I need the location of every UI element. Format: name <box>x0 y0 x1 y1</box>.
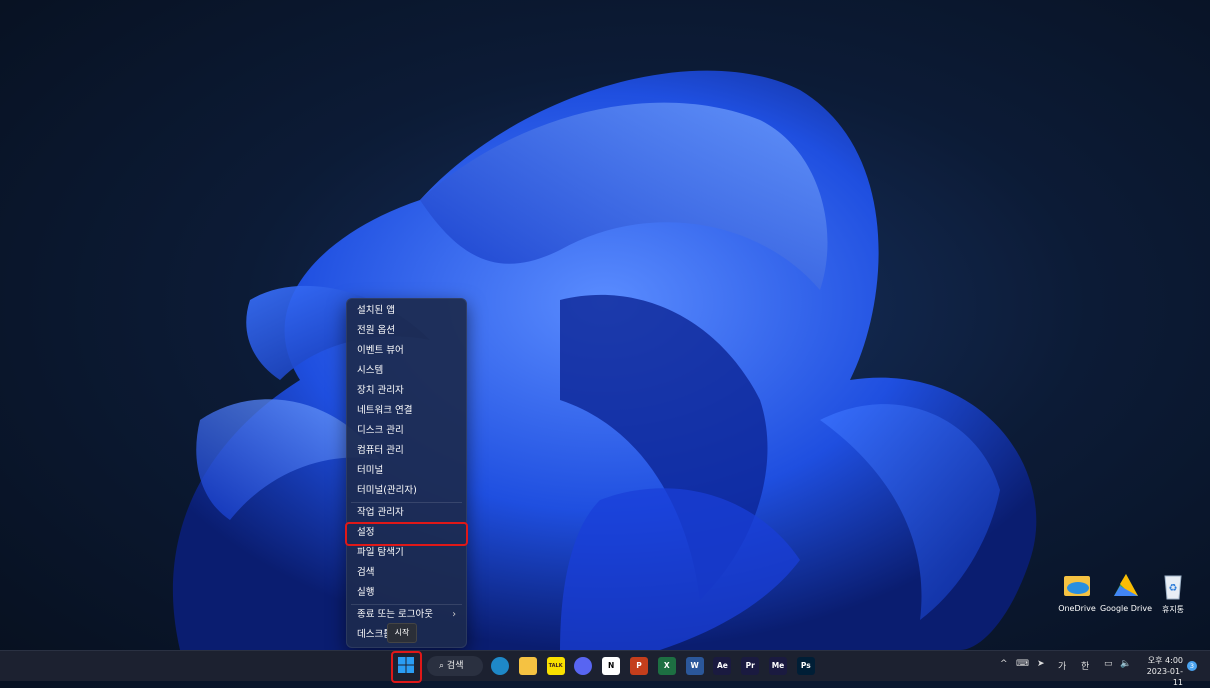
recycle-bin-icon: ♻ <box>1157 572 1189 600</box>
search-label: 검색 <box>446 661 464 671</box>
photoshop-icon[interactable]: Ps <box>796 657 815 675</box>
menu-item-computer-management[interactable]: 컴퓨터 관리 <box>347 441 466 461</box>
taskbar: ⌕ 검색 TALK N P X W Ae Pr Me Ps ^ ⌨ ➤ 가 한 ▭ 🔈 오후 4… <box>0 650 1210 687</box>
clock[interactable]: 오후 4:00 2023-01-11 <box>1138 655 1183 688</box>
wallpaper <box>172 70 1037 650</box>
volume-icon[interactable]: 🔈 <box>1120 659 1131 669</box>
excel-icon[interactable]: X <box>657 657 676 675</box>
show-hidden-icons-chevron[interactable]: ^ <box>1000 659 1008 669</box>
taskbar-search[interactable]: ⌕ 검색 <box>427 656 483 676</box>
media-encoder-icon[interactable]: Me <box>769 657 787 675</box>
ime-mode-1[interactable]: 가 <box>1058 659 1066 672</box>
start-highlight-box <box>391 651 422 683</box>
menu-item-run[interactable]: 실행 <box>347 583 466 603</box>
clock-date: 2023-01-11 <box>1146 667 1183 687</box>
after-effects-icon[interactable]: Ae <box>713 657 732 675</box>
menu-item-label: 종료 또는 로그아웃 <box>357 609 433 620</box>
clock-time: 오후 4:00 <box>1147 656 1183 665</box>
menu-item-search[interactable]: 검색 <box>347 563 466 583</box>
svg-text:♻: ♻ <box>1169 583 1178 594</box>
edge-icon[interactable] <box>491 657 509 675</box>
google-drive-icon <box>1110 572 1142 600</box>
menu-item-network-connections[interactable]: 네트워크 연결 <box>347 401 466 421</box>
winx-context-menu: 설치된 앱 전원 옵션 이벤트 뷰어 시스템 장치 관리자 네트워크 연결 디스… <box>346 298 467 648</box>
location-icon[interactable]: ➤ <box>1037 659 1045 669</box>
menu-item-event-viewer[interactable]: 이벤트 뷰어 <box>347 341 466 361</box>
menu-item-system[interactable]: 시스템 <box>347 361 466 381</box>
premiere-icon[interactable]: Pr <box>741 657 760 675</box>
network-icon[interactable]: ▭ <box>1104 659 1113 669</box>
menu-item-terminal[interactable]: 터미널 <box>347 461 466 481</box>
menu-item-shutdown-signout[interactable]: 종료 또는 로그아웃 › <box>347 605 466 625</box>
notification-badge[interactable]: 3 <box>1187 661 1197 671</box>
chevron-right-icon: › <box>452 609 456 620</box>
onedrive-icon <box>1061 572 1093 600</box>
file-explorer-icon[interactable] <box>518 657 537 675</box>
start-tooltip: 시작 <box>387 623 417 643</box>
menu-item-device-manager[interactable]: 장치 관리자 <box>347 381 466 401</box>
menu-item-disk-management[interactable]: 디스크 관리 <box>347 421 466 441</box>
menu-item-terminal-admin[interactable]: 터미널(관리자) <box>347 481 466 501</box>
discord-icon[interactable] <box>574 657 593 675</box>
word-icon[interactable]: W <box>685 657 704 675</box>
menu-item-installed-apps[interactable]: 설치된 앱 <box>347 301 466 321</box>
kakaotalk-icon[interactable]: TALK <box>546 657 565 675</box>
desktop-icon-recycle-bin[interactable]: ♻ 휴지통 <box>1143 572 1203 615</box>
settings-highlight-box <box>345 522 468 546</box>
desktop-icon-label: OneDrive <box>1058 604 1096 613</box>
powerpoint-icon[interactable]: P <box>630 657 648 675</box>
keyboard-icon[interactable]: ⌨ <box>1016 659 1029 669</box>
ime-mode-2[interactable]: 한 <box>1081 659 1089 672</box>
menu-item-file-explorer[interactable]: 파일 탐색기 <box>347 543 466 563</box>
menu-item-power-options[interactable]: 전원 옵션 <box>347 321 466 341</box>
notion-icon[interactable]: N <box>602 657 621 675</box>
menu-item-task-manager[interactable]: 작업 관리자 <box>347 503 466 523</box>
search-icon: ⌕ <box>439 661 445 671</box>
desktop-icon-label: 휴지통 <box>1161 605 1185 614</box>
